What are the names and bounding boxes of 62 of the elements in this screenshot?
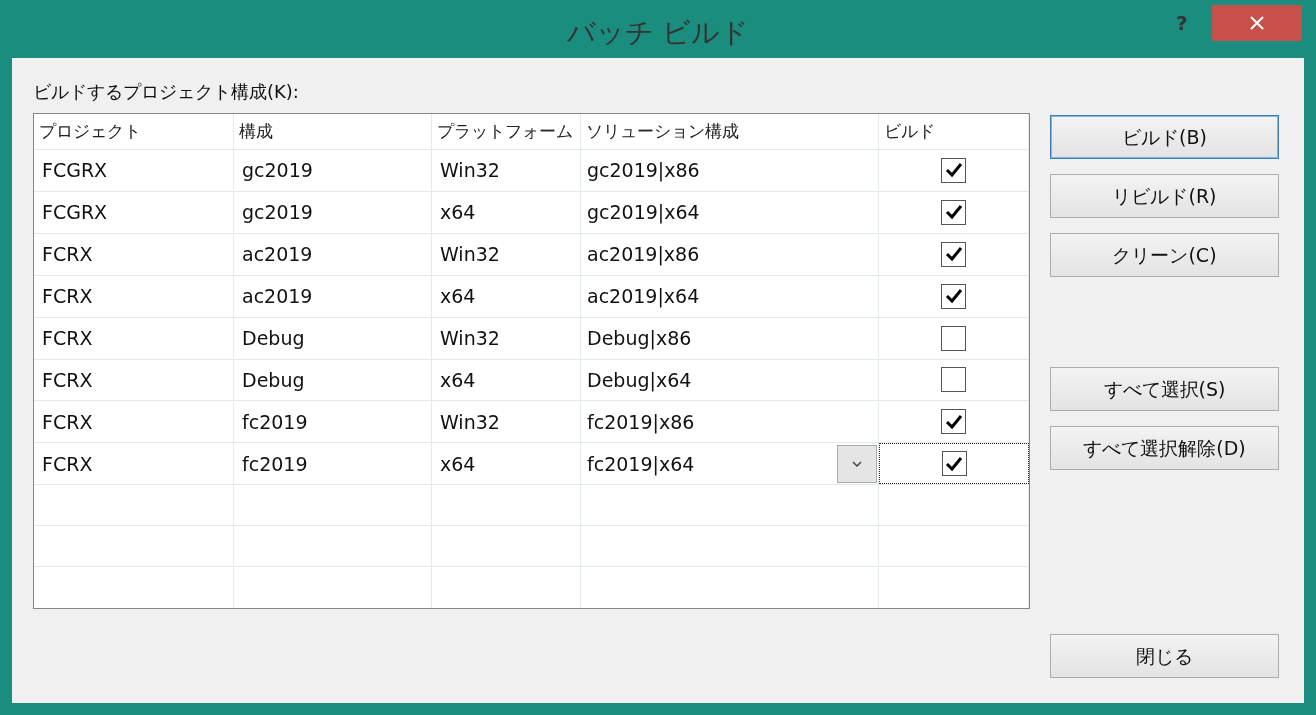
table-cell: ac2019 <box>234 233 432 275</box>
table-cell: fc2019 <box>234 443 432 485</box>
table-cell: FCRX <box>34 233 234 275</box>
dialog-button[interactable]: ビルド(B) <box>1050 115 1279 159</box>
table-cell: ac2019 <box>234 275 432 317</box>
table-cell: x64 <box>432 443 581 485</box>
table-cell-text: fc2019|x64 <box>587 451 695 478</box>
checkmark-icon <box>944 413 963 430</box>
checkmark-icon <box>945 455 963 472</box>
checkbox[interactable] <box>941 241 966 267</box>
table-cell: x64 <box>432 275 581 317</box>
table-cell: Win32 <box>432 401 581 443</box>
checkmark-icon <box>944 246 963 263</box>
dialog-button[interactable]: 閉じる <box>1050 634 1279 678</box>
table-cell-text: fc2019|x86 <box>587 409 695 436</box>
table-cell: FCRX <box>34 443 234 485</box>
table-cell: Debug <box>234 359 432 401</box>
table-cell-text: ac2019|x64 <box>587 283 700 310</box>
table-cell: Win32 <box>432 317 581 359</box>
checkbox[interactable] <box>941 451 967 477</box>
checkbox[interactable] <box>941 409 966 435</box>
table-cell: x64 <box>432 191 581 233</box>
table-cell-text: gc2019|x64 <box>587 200 700 226</box>
dialog-button[interactable]: クリーン(C) <box>1050 233 1279 277</box>
checkbox[interactable] <box>941 283 966 309</box>
table-cell: FCRX <box>34 317 234 359</box>
column-header[interactable]: プロジェクト <box>34 114 234 149</box>
column-header[interactable]: ソリューション構成 <box>581 114 879 149</box>
checkbox[interactable] <box>941 367 966 393</box>
checkmark-icon <box>944 288 963 305</box>
chevron-down-icon <box>852 460 862 467</box>
table-cell: Win32 <box>432 233 581 275</box>
list-label: ビルドするプロジェクト構成(K): <box>33 81 300 104</box>
checkbox[interactable] <box>941 157 966 183</box>
dialog-button[interactable]: リビルド(R) <box>1050 174 1279 218</box>
column-header[interactable]: 構成 <box>234 114 432 149</box>
table-cell: FCRX <box>34 359 234 401</box>
table-cell: Debug <box>234 317 432 359</box>
table-cell: FCRX <box>34 401 234 443</box>
column-header[interactable]: プラットフォーム <box>432 114 581 149</box>
table-cell: FCRX <box>34 275 234 317</box>
table-cell: FCGRX <box>34 149 234 191</box>
table-cell-text: Debug|x64 <box>587 367 692 394</box>
table-cell: gc2019 <box>234 149 432 191</box>
table-cell-text: ac2019|x86 <box>587 241 700 268</box>
checkbox[interactable] <box>941 325 966 351</box>
table-cell: FCGRX <box>34 191 234 233</box>
table-cell-text: Debug|x86 <box>587 325 692 352</box>
table-cell: Win32 <box>432 149 581 191</box>
focused-cell[interactable] <box>879 443 1029 485</box>
table-cell: x64 <box>432 359 581 401</box>
table-cell-text: gc2019|x86 <box>587 158 700 184</box>
dialog-button[interactable]: すべて選択解除(D) <box>1050 426 1279 470</box>
checkmark-icon <box>944 162 963 179</box>
table-cell: fc2019 <box>234 401 432 443</box>
table-cell: gc2019 <box>234 191 432 233</box>
close-icon <box>1250 16 1264 30</box>
window-title: バッチ ビルド <box>566 15 750 51</box>
checkmark-icon <box>944 204 963 221</box>
column-header[interactable]: ビルド <box>879 114 1029 149</box>
checkbox[interactable] <box>941 199 966 225</box>
dialog-button[interactable]: すべて選択(S) <box>1050 367 1279 411</box>
